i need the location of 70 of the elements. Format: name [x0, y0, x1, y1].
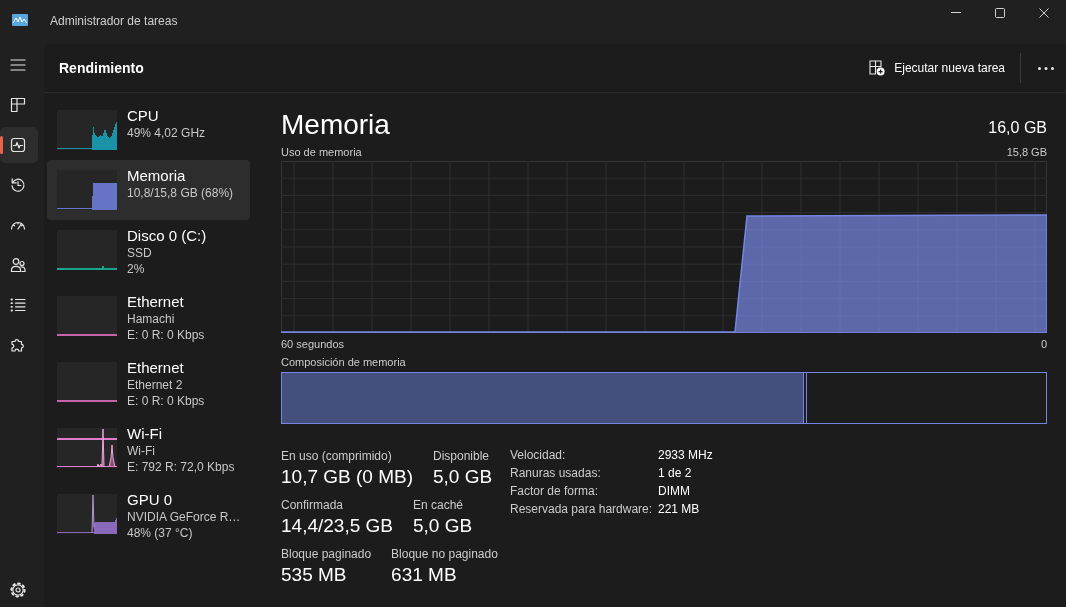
resource-detail: Hamachi: [127, 311, 176, 327]
stat-label: Bloque paginado: [281, 546, 372, 562]
stat-value: 5,0 GB: [433, 465, 493, 489]
property-value: 1 de 2: [658, 465, 693, 482]
resource-name: CPU: [127, 107, 160, 125]
stat-label: En caché: [412, 497, 464, 513]
stat-label: Bloque no paginado: [391, 546, 498, 562]
resource-name: Ethernet: [127, 293, 185, 311]
resource-detail: E: 0 R: 0 Kbps: [127, 393, 205, 409]
resource-detail: Ethernet 2: [127, 377, 184, 393]
settings-icon: [10, 582, 26, 598]
resource-title: Memoria: [281, 108, 390, 142]
time-span-label: 60 segundos: [281, 337, 344, 352]
total-memory: 16,0 GB: [988, 118, 1047, 138]
page-title: Rendimiento: [59, 60, 144, 76]
sidebar-item[interactable]: Ethernet Ethernet 2 E: 0 R: 0 Kbps: [47, 352, 250, 418]
resource-detail: Wi-Fi: [127, 443, 156, 459]
stat-label: En uso (comprimido): [281, 448, 393, 464]
sidebar-item[interactable]: Memoria 10,8/15,8 GB (68%): [47, 160, 250, 220]
resource-detail: SSD: [127, 245, 153, 261]
sidebar-item[interactable]: Ethernet Hamachi E: 0 R: 0 Kbps: [47, 286, 250, 352]
resource-name: Disco 0 (C:): [127, 227, 207, 245]
composition-title: Composición de memoria: [281, 355, 406, 370]
new-task-icon: [869, 60, 886, 76]
resource-detail: E: 0 R: 0 Kbps: [127, 327, 205, 343]
resource-name: Wi-Fi: [127, 425, 163, 443]
resource-name: Memoria: [127, 167, 187, 185]
graph-title: Uso de memoria: [281, 145, 362, 160]
property-label: Ranuras usadas:: [510, 465, 602, 482]
app-icon: [12, 14, 28, 26]
resource-detail: 10,8/15,8 GB (68%): [127, 185, 234, 201]
property-value: 2933 MHz: [658, 447, 713, 464]
sidebar-item[interactable]: Disco 0 (C:) SSD 2%: [47, 220, 250, 286]
property-value: 221 MB: [658, 501, 701, 518]
list-icon: [10, 297, 26, 313]
stat-value: 535 MB: [281, 563, 348, 587]
sidebar-item[interactable]: CPU 49% 4,02 GHz: [47, 100, 250, 160]
stat-value: 5,0 GB: [412, 514, 473, 538]
menu-icon: [10, 57, 26, 73]
maximize-icon: [995, 7, 1005, 18]
sidebar-item[interactable]: GPU 0 NVIDIA GeForce R… 48% (37 °C): [47, 484, 250, 550]
performance-tab[interactable]: [0, 127, 38, 163]
minimize-icon: [951, 12, 961, 13]
stat-value: 10,7 GB (0 MB): [281, 465, 413, 489]
users-icon: [10, 257, 26, 273]
resource-name: Ethernet: [127, 359, 185, 377]
window-title: Administrador de tareas: [50, 13, 178, 29]
stat-label: Disponible: [433, 448, 491, 464]
resource-detail: 49% 4,02 GHz: [127, 125, 206, 141]
pulse-icon: [10, 137, 26, 153]
grid-icon: [10, 97, 26, 113]
resource-detail: E: 792 R: 72,0 Kbps: [127, 459, 235, 475]
property-label: Reservada para hardware:: [510, 501, 654, 518]
close-icon: [1039, 7, 1049, 18]
resource-detail: 48% (37 °C): [127, 525, 194, 541]
stat-value: 631 MB: [391, 563, 458, 587]
more-icon: [1038, 66, 1054, 70]
resource-detail: 2%: [127, 261, 146, 277]
resource-name: GPU 0: [127, 491, 173, 509]
run-new-task-button[interactable]: Ejecutar nueva tarea: [863, 52, 1011, 84]
time-end-label: 0: [1040, 337, 1047, 352]
property-label: Velocidad:: [510, 447, 567, 464]
stat-value: 14,4/23,5 GB: [281, 514, 393, 538]
maximum-label: 15,8 GB: [1006, 145, 1047, 160]
stat-label: Confirmada: [281, 497, 345, 513]
property-value: DIMM: [658, 483, 691, 500]
property-label: Factor de forma:: [510, 483, 600, 500]
history-icon: [10, 177, 26, 193]
puzzle-icon: [10, 337, 26, 353]
resource-detail: NVIDIA GeForce R…: [127, 509, 241, 525]
